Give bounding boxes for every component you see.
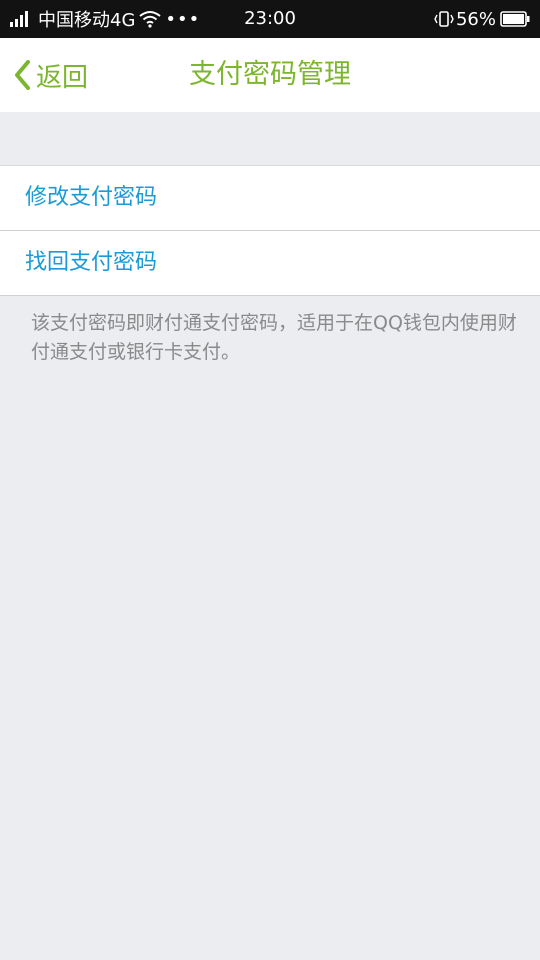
status-bar: 中国移动4G ••• 23:00 56% [0,0,540,38]
change-password-item[interactable]: 修改支付密码 [0,166,540,230]
back-button[interactable]: 返回 [12,38,88,112]
vibrate-icon [434,11,454,27]
password-menu: 修改支付密码 找回支付密码 [0,165,540,296]
nav-bar: 返回 支付密码管理 [0,38,540,112]
battery-icon [500,11,530,27]
recover-password-item[interactable]: 找回支付密码 [0,230,540,295]
back-label: 返回 [36,62,89,93]
status-right: 56% [434,0,530,38]
battery-percent: 56% [455,8,496,30]
chevron-left-icon [15,60,30,90]
hint-text: 该支付密码即财付通支付密码，适用于在QQ钱包内使用财付通支付或银行卡支付。 [31,312,517,363]
